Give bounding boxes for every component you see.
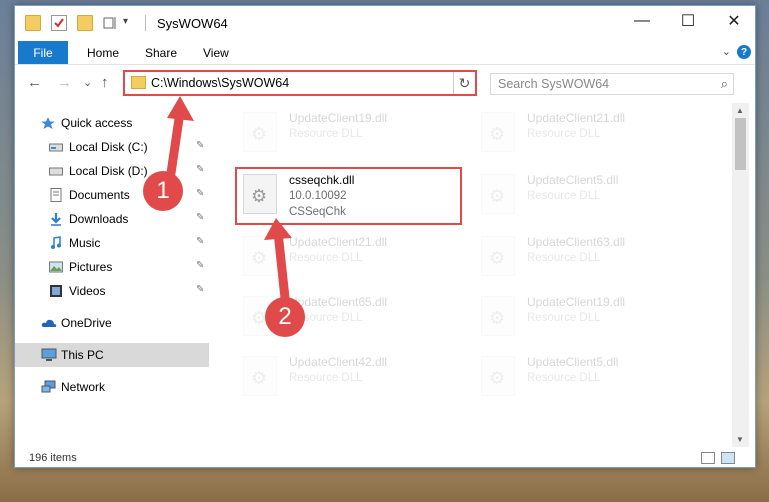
arrow-1-icon	[165, 96, 194, 181]
arrow-2-icon	[264, 218, 292, 299]
annotation-overlay	[165, 96, 292, 299]
step-1-badge: 1	[143, 171, 183, 211]
step-2-badge: 2	[265, 297, 305, 337]
